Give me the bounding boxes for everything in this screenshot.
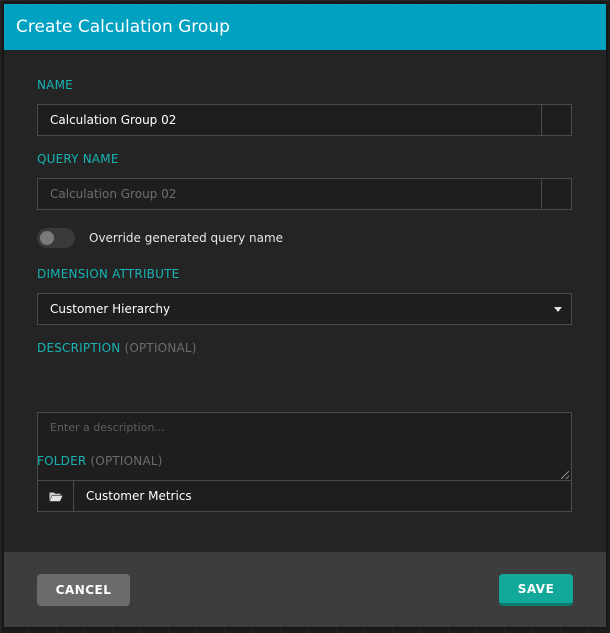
- dimension-attribute-select[interactable]: Customer Hierarchy: [37, 293, 572, 325]
- caret-down-icon: [554, 306, 562, 312]
- name-label: NAME: [37, 78, 73, 92]
- override-toggle-label: Override generated query name: [89, 231, 284, 245]
- folder-input[interactable]: Customer Metrics: [37, 480, 572, 512]
- dimension-attribute-label: DIMENSION ATTRIBUTE: [37, 267, 180, 281]
- description-optional-tag: (OPTIONAL): [124, 341, 197, 355]
- create-calculation-group-dialog: Create Calculation Group NAME Calculatio…: [4, 4, 606, 627]
- folder-open-icon: [49, 492, 62, 501]
- name-input-side-button[interactable]: [541, 105, 571, 135]
- folder-browse-button[interactable]: [38, 481, 74, 511]
- save-button[interactable]: SAVE: [499, 574, 573, 606]
- query-name-input[interactable]: Calculation Group 02: [37, 178, 572, 210]
- dimension-attribute-selected-value: Customer Hierarchy: [50, 302, 171, 316]
- override-toggle-row: Override generated query name: [37, 228, 283, 248]
- override-query-name-toggle[interactable]: [37, 228, 75, 248]
- dialog-body: NAME Calculation Group 02 QUERY NAME Cal…: [4, 50, 606, 552]
- query-name-label: QUERY NAME: [37, 152, 119, 166]
- cancel-button[interactable]: CANCEL: [37, 574, 130, 606]
- folder-optional-tag: (OPTIONAL): [90, 454, 163, 468]
- name-input[interactable]: Calculation Group 02: [37, 104, 572, 136]
- resize-handle-icon[interactable]: [561, 471, 569, 479]
- description-label: DESCRIPTION (OPTIONAL): [37, 341, 197, 355]
- description-placeholder: Enter a description...: [50, 421, 165, 434]
- toggle-knob: [40, 231, 54, 245]
- folder-input-value: Customer Metrics: [86, 489, 192, 503]
- query-name-side-button[interactable]: [541, 179, 571, 209]
- dialog-title: Create Calculation Group: [16, 17, 230, 37]
- description-textarea[interactable]: Enter a description...: [37, 412, 572, 482]
- dialog-header: Create Calculation Group: [4, 4, 606, 50]
- query-name-input-value: Calculation Group 02: [50, 187, 177, 201]
- folder-label: FOLDER (OPTIONAL): [37, 454, 163, 468]
- name-input-value: Calculation Group 02: [50, 113, 177, 127]
- dialog-footer: CANCEL SAVE: [4, 552, 606, 627]
